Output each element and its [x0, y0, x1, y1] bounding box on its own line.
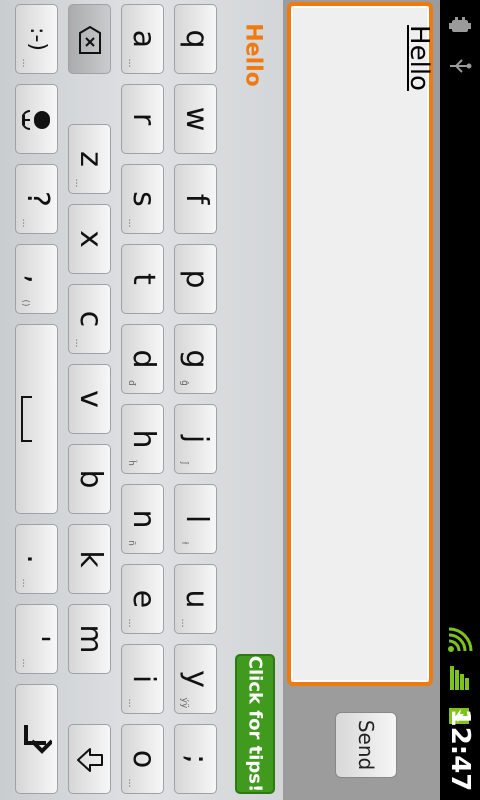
key-g[interactable]: gĝ — [174, 324, 217, 394]
key-comma[interactable]: ,() — [15, 244, 58, 314]
signal-icon — [440, 664, 480, 692]
key-l[interactable]: lł — [174, 484, 217, 554]
key-question[interactable]: ?… — [15, 164, 58, 234]
enter-key[interactable] — [15, 684, 58, 794]
shift-icon — [77, 748, 103, 772]
key-m[interactable]: m — [68, 604, 111, 674]
message-text: Hello — [404, 25, 434, 91]
key-s[interactable]: s… — [121, 164, 164, 234]
mic-key[interactable] — [15, 84, 58, 154]
key-f[interactable]: f — [174, 164, 217, 234]
keyboard: Hello Click for tips! q w f p gĝ jĵ lł u… — [0, 0, 283, 800]
message-input[interactable]: Hello — [287, 2, 434, 686]
key-v[interactable]: v — [68, 364, 111, 434]
backspace-key[interactable] — [68, 4, 111, 74]
key-t[interactable]: t — [121, 244, 164, 314]
key-apostrophe[interactable]: '… — [15, 604, 58, 674]
android-debug-icon — [440, 12, 480, 40]
key-b[interactable]: b — [68, 444, 111, 514]
key-p[interactable]: p — [174, 244, 217, 314]
microphone-icon — [22, 110, 50, 130]
key-j[interactable]: jĵ — [174, 404, 217, 474]
send-button[interactable]: Send — [335, 712, 397, 778]
key-q[interactable]: q — [174, 4, 217, 74]
suggestion-word[interactable]: Hello — [235, 10, 271, 100]
key-a[interactable]: a… — [121, 4, 164, 74]
wifi-icon — [440, 622, 480, 658]
shift-key[interactable] — [68, 724, 111, 794]
key-i[interactable]: i… — [121, 644, 164, 714]
emoticon-key[interactable]: :-)… — [15, 4, 58, 74]
status-bar: 12:47 — [440, 0, 480, 800]
backspace-icon — [79, 25, 101, 54]
key-u[interactable]: u… — [174, 564, 217, 634]
key-semicolon[interactable]: ; — [174, 724, 217, 794]
key-w[interactable]: w — [174, 84, 217, 154]
space-icon — [21, 396, 32, 442]
key-o[interactable]: o… — [121, 724, 164, 794]
key-k[interactable]: k — [68, 524, 111, 594]
space-key[interactable] — [15, 324, 58, 514]
key-n[interactable]: nñ — [121, 484, 164, 554]
key-z[interactable]: z… — [68, 124, 111, 194]
key-r[interactable]: r — [121, 84, 164, 154]
key-x[interactable]: x — [68, 204, 111, 274]
usb-icon — [440, 52, 480, 80]
key-period[interactable]: .… — [15, 524, 58, 594]
tips-button[interactable]: Click for tips! — [235, 654, 275, 794]
key-d[interactable]: dđ — [121, 324, 164, 394]
enter-icon — [24, 725, 52, 754]
key-y[interactable]: y ýÿ — [174, 644, 217, 714]
compose-area: Hello Send — [283, 0, 440, 800]
key-c[interactable]: c… — [68, 284, 111, 354]
clock: 12:47 — [445, 708, 475, 792]
key-e[interactable]: e… — [121, 564, 164, 634]
key-h[interactable]: hĥ — [121, 404, 164, 474]
